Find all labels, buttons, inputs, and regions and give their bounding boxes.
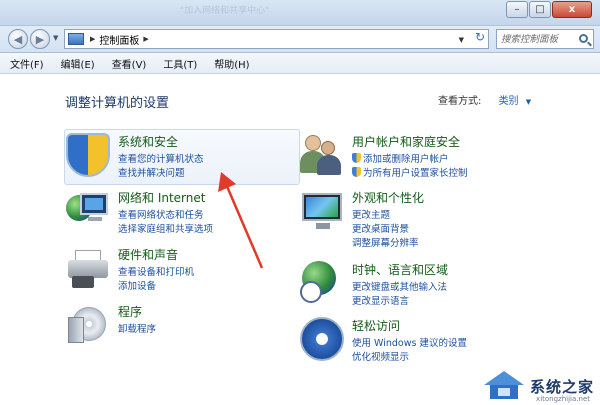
- printer-icon[interactable]: [66, 246, 110, 290]
- watermark-text: 系统之家: [529, 377, 594, 396]
- link-recommended-settings[interactable]: 使用 Windows 建议的设置: [352, 335, 467, 349]
- link-text[interactable]: 为所有用户设置家长控制: [363, 165, 468, 179]
- category-title[interactable]: 时钟、语言和区域: [352, 261, 448, 278]
- category-network-internet[interactable]: 网络和 Internet 查看网络状态和任务 选择家庭组和共享选项: [66, 189, 306, 239]
- monitor-stand: [88, 217, 102, 221]
- menu-file[interactable]: 文件(F): [10, 56, 44, 71]
- link-change-desktop-background[interactable]: 更改桌面背景: [352, 221, 409, 235]
- view-by-label: 查看方式:: [438, 96, 482, 107]
- search-input[interactable]: [501, 33, 575, 45]
- content-area: 调整计算机的设置 查看方式: 类别 ▼ 系统和安全 查看您的计算机状态 查找并解…: [0, 75, 600, 405]
- network-icon[interactable]: [66, 189, 110, 233]
- link-adjust-resolution[interactable]: 调整屏幕分辨率: [352, 235, 419, 249]
- menu-help[interactable]: 帮助(H): [214, 56, 249, 71]
- category-title[interactable]: 用户帐户和家庭安全: [352, 133, 460, 150]
- link-parental-controls[interactable]: 为所有用户设置家长控制: [352, 165, 468, 179]
- clock-face-icon: [300, 281, 322, 303]
- view-by-select[interactable]: 类别: [499, 96, 519, 107]
- box-icon: [68, 317, 84, 343]
- breadcrumb-separator-icon[interactable]: ▶: [143, 35, 148, 43]
- link-change-keyboard-input[interactable]: 更改键盘或其他输入法: [352, 279, 447, 293]
- link-homegroup-sharing[interactable]: 选择家庭组和共享选项: [118, 221, 213, 235]
- category-system-security[interactable]: 系统和安全 查看您的计算机状态 查找并解决问题: [66, 133, 306, 183]
- link-change-theme[interactable]: 更改主题: [352, 207, 390, 221]
- uac-shield-icon: [352, 167, 361, 177]
- link-view-devices-printers[interactable]: 查看设备和打印机: [118, 264, 194, 278]
- house-roof: [483, 371, 524, 385]
- clock-globe-icon[interactable]: [300, 261, 344, 305]
- category-title[interactable]: 轻松访问: [352, 317, 400, 334]
- control-panel-icon: [68, 33, 84, 45]
- link-find-and-fix-problems[interactable]: 查找并解决问题: [118, 165, 185, 179]
- watermark: 系统之家 xitongzhijia.net: [480, 371, 594, 403]
- category-user-accounts[interactable]: 用户帐户和家庭安全 添加或删除用户帐户 为所有用户设置家长控制: [300, 133, 540, 183]
- address-row: ◀ ▶ ▼ ▶ 控制面板 ▶ ▼ ↻: [0, 26, 600, 53]
- link-change-display-language[interactable]: 更改显示语言: [352, 293, 409, 307]
- address-bar[interactable]: ▶ 控制面板 ▶ ▼ ↻: [64, 29, 489, 49]
- recent-pages-dropdown-icon[interactable]: ▼: [53, 34, 58, 42]
- menu-view[interactable]: 查看(V): [112, 56, 147, 71]
- ease-of-access-icon[interactable]: [300, 317, 344, 361]
- menu-edit[interactable]: 编辑(E): [61, 56, 95, 71]
- minimize-button[interactable]: –: [506, 1, 528, 18]
- uac-shield-icon: [352, 153, 361, 163]
- monitor-icon[interactable]: [300, 189, 344, 233]
- shield-icon[interactable]: [66, 133, 110, 177]
- link-add-remove-accounts[interactable]: 添加或删除用户帐户: [352, 151, 449, 165]
- programs-icon[interactable]: [66, 303, 110, 347]
- menu-tools[interactable]: 工具(T): [163, 56, 197, 71]
- house-logo-icon: [480, 371, 526, 401]
- user-head: [305, 135, 321, 151]
- category-ease-of-access[interactable]: 轻松访问 使用 Windows 建议的设置 优化视频显示: [300, 317, 540, 367]
- user-body: [317, 155, 341, 175]
- title-bar: "加入网络和共享中心" – □ x: [0, 0, 600, 26]
- category-title[interactable]: 外观和个性化: [352, 189, 424, 206]
- window-title: "加入网络和共享中心": [180, 6, 270, 16]
- forward-button[interactable]: ▶: [30, 29, 50, 49]
- search-icon[interactable]: [579, 34, 588, 43]
- link-uninstall-program[interactable]: 卸载程序: [118, 321, 156, 335]
- search-box[interactable]: [496, 29, 594, 49]
- link-view-computer-status[interactable]: 查看您的计算机状态: [118, 151, 204, 165]
- category-title[interactable]: 网络和 Internet: [118, 189, 205, 206]
- monitor-icon: [80, 193, 108, 215]
- view-by-dropdown-icon[interactable]: ▼: [526, 98, 531, 106]
- breadcrumb-control-panel[interactable]: 控制面板: [99, 32, 139, 47]
- users-icon[interactable]: [300, 133, 344, 177]
- menu-bar: 文件(F) 编辑(E) 查看(V) 工具(T) 帮助(H): [0, 53, 600, 74]
- category-title[interactable]: 硬件和声音: [118, 246, 178, 263]
- address-dropdown-icon[interactable]: ▼: [459, 36, 464, 44]
- page-title: 调整计算机的设置: [65, 96, 170, 111]
- monitor-screen: [302, 193, 342, 221]
- maximize-button[interactable]: □: [529, 1, 551, 18]
- category-appearance[interactable]: 外观和个性化 更改主题 更改桌面背景 调整屏幕分辨率: [300, 189, 540, 249]
- back-button[interactable]: ◀: [8, 29, 28, 49]
- view-by: 查看方式: 类别 ▼: [438, 92, 531, 107]
- user-head: [321, 141, 335, 155]
- forward-arrow-icon: ▶: [35, 32, 45, 46]
- category-title[interactable]: 系统和安全: [118, 133, 178, 150]
- breadcrumb-separator-icon[interactable]: ▶: [90, 35, 95, 43]
- monitor-stand: [316, 223, 330, 229]
- close-button[interactable]: x: [552, 1, 592, 18]
- link-text[interactable]: 添加或删除用户帐户: [363, 151, 449, 165]
- watermark-url: xitongzhijia.net: [536, 395, 590, 403]
- window-controls: – □ x: [506, 1, 592, 18]
- link-view-network-status[interactable]: 查看网络状态和任务: [118, 207, 204, 221]
- category-programs[interactable]: 程序 卸载程序: [66, 303, 306, 349]
- category-title[interactable]: 程序: [118, 303, 142, 320]
- printer-tray: [72, 276, 94, 288]
- refresh-icon[interactable]: ↻: [475, 30, 485, 44]
- back-arrow-icon: ◀: [13, 32, 23, 46]
- category-hardware-sound[interactable]: 硬件和声音 查看设备和打印机 添加设备: [66, 246, 306, 296]
- house-window: [497, 388, 510, 396]
- link-optimize-display[interactable]: 优化视频显示: [352, 349, 409, 363]
- link-add-device[interactable]: 添加设备: [118, 278, 156, 292]
- category-clock-language-region[interactable]: 时钟、语言和区域 更改键盘或其他输入法 更改显示语言: [300, 261, 540, 311]
